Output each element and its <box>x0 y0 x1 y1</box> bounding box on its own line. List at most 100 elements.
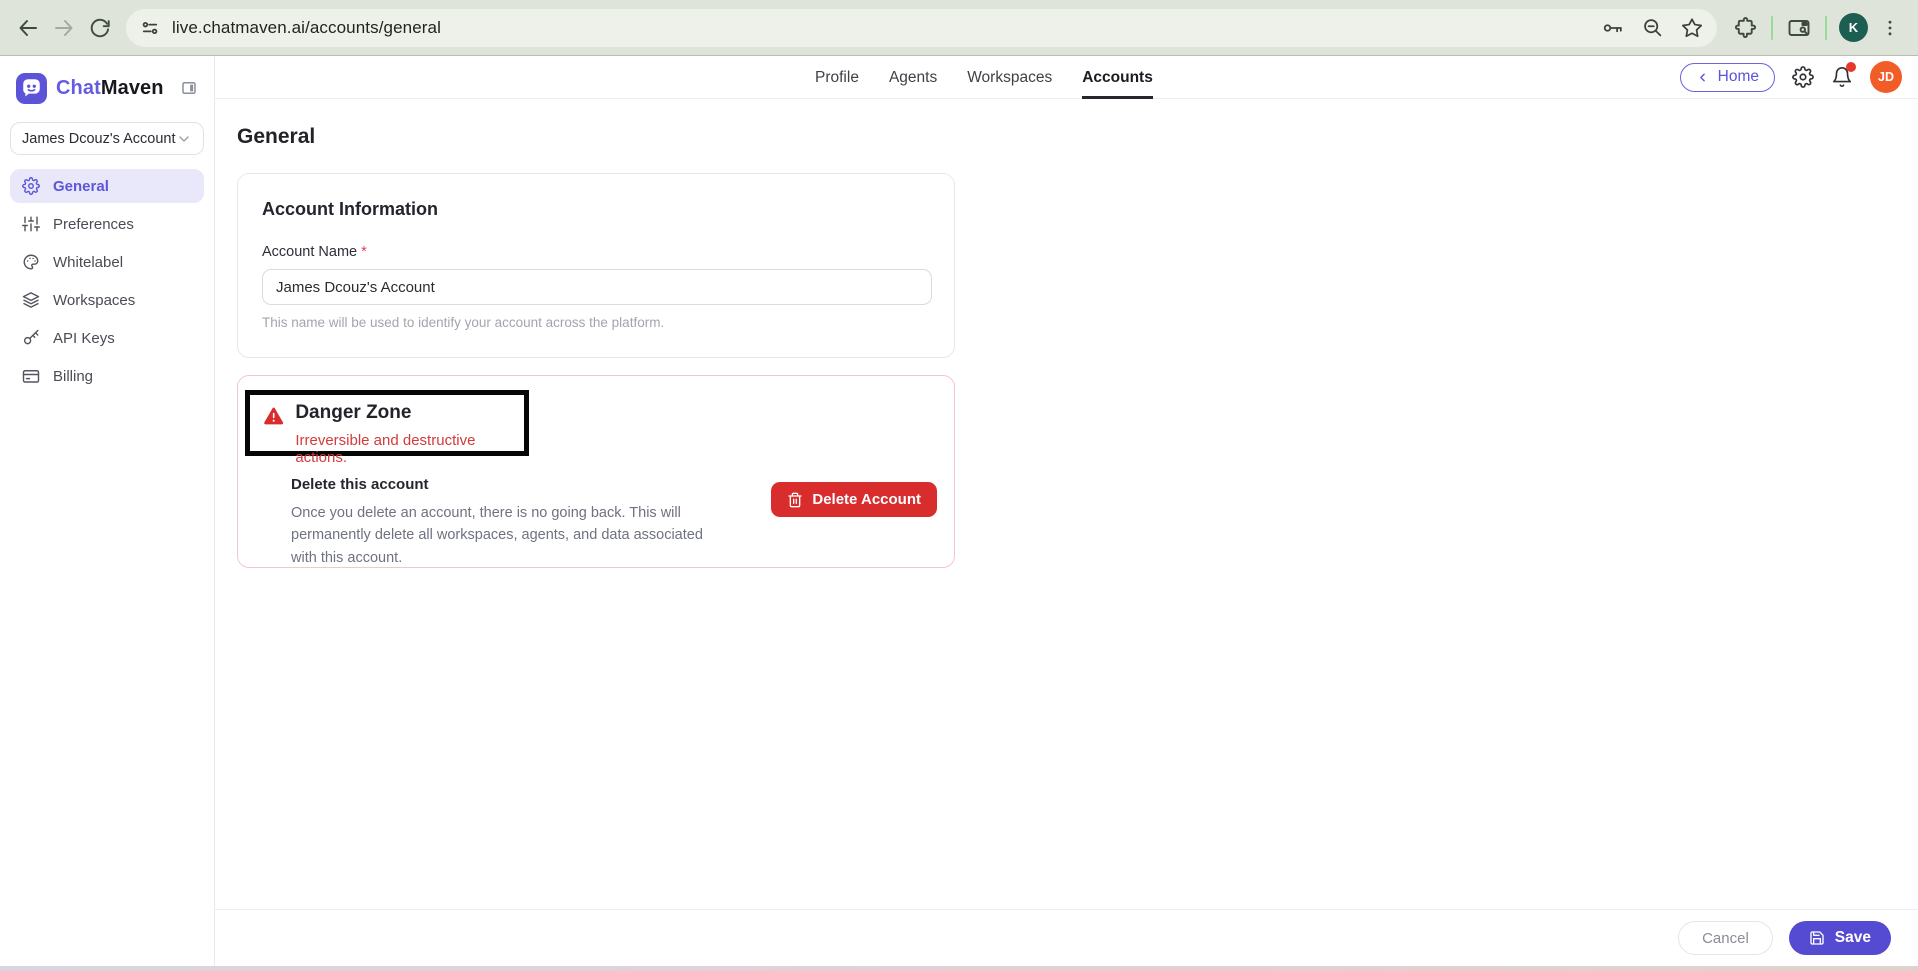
account-selector-value: James Dcouz's Account <box>22 131 175 147</box>
sidebar-item-api-keys[interactable]: API Keys <box>10 321 204 355</box>
brand-name-primary: Chat <box>56 77 101 99</box>
account-selector-dropdown[interactable]: James Dcouz's Account <box>10 122 204 155</box>
sidebar-nav: General Preferences Whitelabel Workspace… <box>0 169 214 393</box>
side-panel-search-icon <box>1787 16 1811 40</box>
extensions-button[interactable] <box>1727 10 1763 46</box>
required-asterisk: * <box>361 244 367 260</box>
sidebar-item-billing[interactable]: Billing <box>10 359 204 393</box>
key-icon <box>22 329 40 347</box>
browser-profile-initial: K <box>1849 20 1858 35</box>
brand-logo: ChatMaven <box>0 66 214 110</box>
toolbar-separator <box>1825 16 1827 40</box>
main-area: Profile Agents Workspaces Accounts Home … <box>215 56 1918 966</box>
bottom-edge-strip <box>0 966 1918 971</box>
sidebar-item-label: Whitelabel <box>53 254 123 271</box>
billing-icon <box>22 367 40 385</box>
tab-label: Accounts <box>1082 69 1153 87</box>
home-button[interactable]: Home <box>1680 63 1775 92</box>
password-key-icon[interactable] <box>1602 17 1624 39</box>
home-button-label: Home <box>1718 68 1759 86</box>
account-name-input[interactable] <box>262 269 932 305</box>
user-avatar-initials: JD <box>1878 70 1894 84</box>
sidebar-item-label: API Keys <box>53 330 115 347</box>
reload-icon <box>89 17 111 39</box>
sidebar-item-label: Preferences <box>53 216 134 233</box>
zoom-out-icon[interactable] <box>1642 17 1663 38</box>
browser-toolbar: live.chatmaven.ai/accounts/general K <box>0 0 1918 56</box>
annotation-highlight-box: Danger Zone Irreversible and destructive… <box>245 390 529 456</box>
save-floppy-icon <box>1809 930 1825 946</box>
settings-button[interactable] <box>1792 66 1814 88</box>
header-controls: Home JD <box>1680 61 1902 93</box>
sidebar-item-label: Billing <box>53 368 93 385</box>
sidebar-item-whitelabel[interactable]: Whitelabel <box>10 245 204 279</box>
account-name-label: Account Name * <box>262 244 930 260</box>
toolbar-separator <box>1771 16 1773 40</box>
puzzle-icon <box>1734 16 1757 39</box>
page-content: General Account Information Account Name… <box>215 99 1918 909</box>
palette-icon <box>22 253 40 271</box>
tab-profile[interactable]: Profile <box>815 56 859 99</box>
back-arrow-icon <box>16 16 40 40</box>
panel-toggle-icon <box>180 79 198 97</box>
side-panel-button[interactable] <box>1781 10 1817 46</box>
notifications-button[interactable] <box>1831 66 1853 88</box>
save-button-label: Save <box>1835 929 1871 947</box>
delete-account-text: Delete this account Once you delete an a… <box>291 476 727 569</box>
brand-name: ChatMaven <box>56 77 164 100</box>
url-text[interactable]: live.chatmaven.ai/accounts/general <box>172 18 1590 38</box>
app-frame: ChatMaven James Dcouz's Account General … <box>0 56 1918 966</box>
account-name-helper: This name will be used to identify your … <box>262 315 930 330</box>
app-header: Profile Agents Workspaces Accounts Home … <box>215 56 1918 99</box>
bookmark-star-icon[interactable] <box>1681 17 1703 39</box>
forward-button[interactable] <box>46 10 82 46</box>
delete-account-heading: Delete this account <box>291 476 727 493</box>
cancel-button[interactable]: Cancel <box>1678 921 1773 955</box>
browser-profile-avatar[interactable]: K <box>1839 13 1868 42</box>
url-bar[interactable]: live.chatmaven.ai/accounts/general <box>126 9 1717 47</box>
top-tabs: Profile Agents Workspaces Accounts <box>815 56 1153 99</box>
sidebar-item-label: Workspaces <box>53 292 135 309</box>
sidebar-collapse-button[interactable] <box>180 79 198 97</box>
danger-zone-title: Danger Zone <box>295 402 524 424</box>
tab-workspaces[interactable]: Workspaces <box>967 56 1052 99</box>
chevron-left-icon <box>1696 71 1709 84</box>
label-text: Account Name <box>262 244 357 260</box>
site-info-icon[interactable] <box>140 18 160 38</box>
user-avatar[interactable]: JD <box>1870 61 1902 93</box>
delete-account-description: Once you delete an account, there is no … <box>291 502 727 569</box>
danger-zone-subtitle: Irreversible and destructive actions. <box>295 432 524 466</box>
tab-label: Profile <box>815 69 859 87</box>
warning-triangle-icon <box>263 405 284 427</box>
gear-icon <box>1792 66 1814 88</box>
account-information-card: Account Information Account Name * This … <box>237 173 955 358</box>
danger-zone-card: Danger Zone Irreversible and destructive… <box>237 375 955 568</box>
sidebar-item-preferences[interactable]: Preferences <box>10 207 204 241</box>
browser-menu-button[interactable] <box>1872 10 1908 46</box>
layers-icon <box>22 291 40 309</box>
sidebar-item-general[interactable]: General <box>10 169 204 203</box>
chatmaven-logo-icon <box>16 73 47 104</box>
card-title: Account Information <box>262 199 930 220</box>
brand-name-secondary: Maven <box>101 77 164 99</box>
sidebar: ChatMaven James Dcouz's Account General … <box>0 56 215 966</box>
tab-agents[interactable]: Agents <box>889 56 937 99</box>
back-button[interactable] <box>10 10 46 46</box>
sidebar-item-workspaces[interactable]: Workspaces <box>10 283 204 317</box>
page-title: General <box>237 125 1918 149</box>
reload-button[interactable] <box>82 10 118 46</box>
kebab-menu-icon <box>1880 18 1900 38</box>
delete-account-button[interactable]: Delete Account <box>771 482 937 517</box>
delete-account-button-label: Delete Account <box>812 491 921 508</box>
sliders-icon <box>22 215 40 233</box>
save-button[interactable]: Save <box>1789 921 1891 955</box>
tab-accounts[interactable]: Accounts <box>1082 56 1153 99</box>
chevron-down-icon <box>176 131 192 147</box>
action-footer: Cancel Save <box>215 909 1918 966</box>
danger-zone-heading-group: Danger Zone Irreversible and destructive… <box>295 402 524 466</box>
gear-icon <box>22 177 40 195</box>
sidebar-item-label: General <box>53 178 109 195</box>
trash-icon <box>787 492 803 508</box>
forward-arrow-icon <box>52 16 76 40</box>
notification-badge <box>1846 62 1856 72</box>
